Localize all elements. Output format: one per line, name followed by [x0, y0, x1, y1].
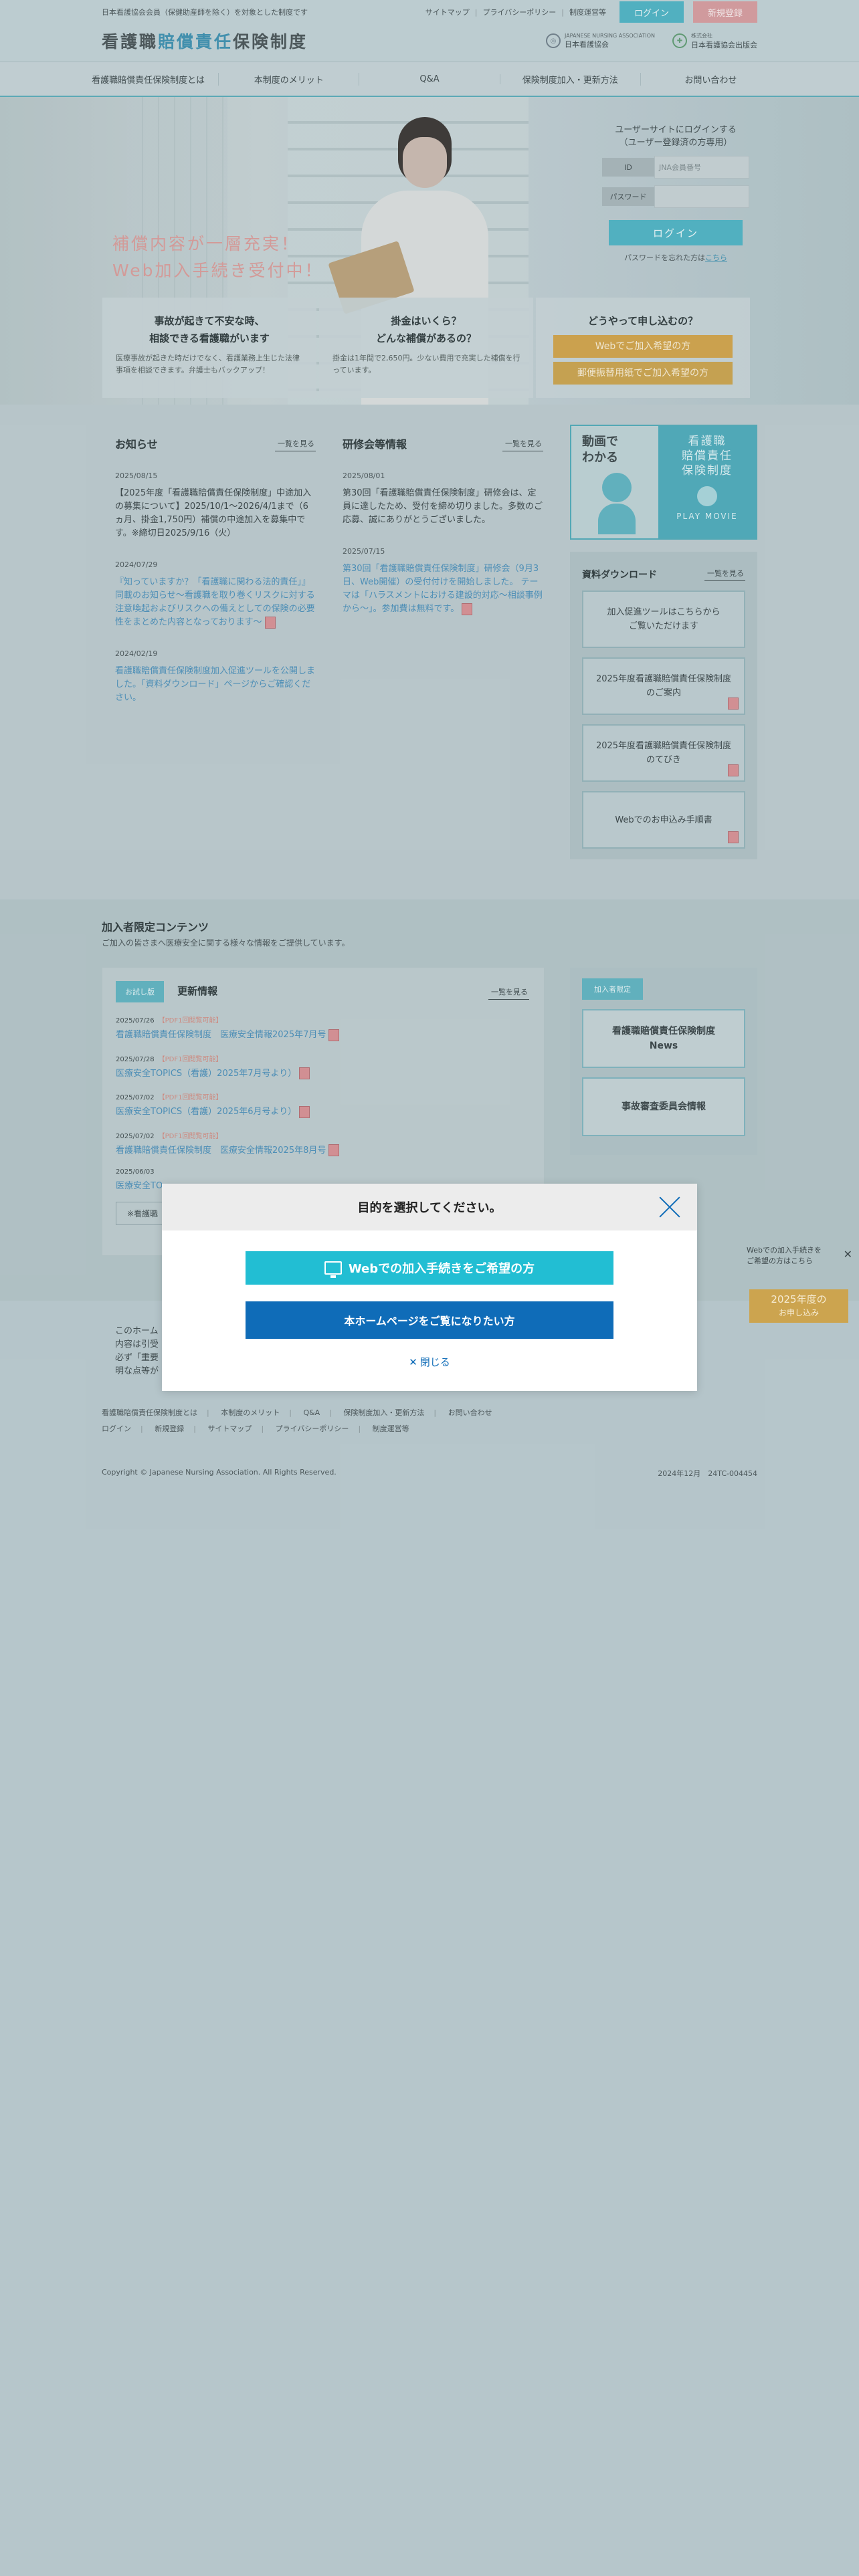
- view-homepage-button[interactable]: 本ホームページをご覧になりたい方: [246, 1301, 613, 1339]
- modal-close-link[interactable]: ✕ 閉じる: [162, 1355, 697, 1369]
- close-x-icon: ✕: [409, 1356, 417, 1368]
- modal-title: 目的を選択してください。: [357, 1201, 502, 1215]
- web-apply-button[interactable]: Webでの加入手続きをご希望の方: [246, 1251, 613, 1285]
- close-icon[interactable]: [658, 1196, 681, 1218]
- floating-apply-button[interactable]: 2025年度の お申し込み: [749, 1289, 848, 1323]
- purpose-modal: 目的を選択してください。 Webでの加入手続きをご希望の方 本ホームページをご覧…: [162, 1184, 697, 1391]
- floating-note: Webでの加入手続きを ご希望の方はこちら ✕: [747, 1246, 852, 1265]
- monitor-icon: [324, 1261, 342, 1278]
- float-close-icon[interactable]: ✕: [844, 1249, 852, 1260]
